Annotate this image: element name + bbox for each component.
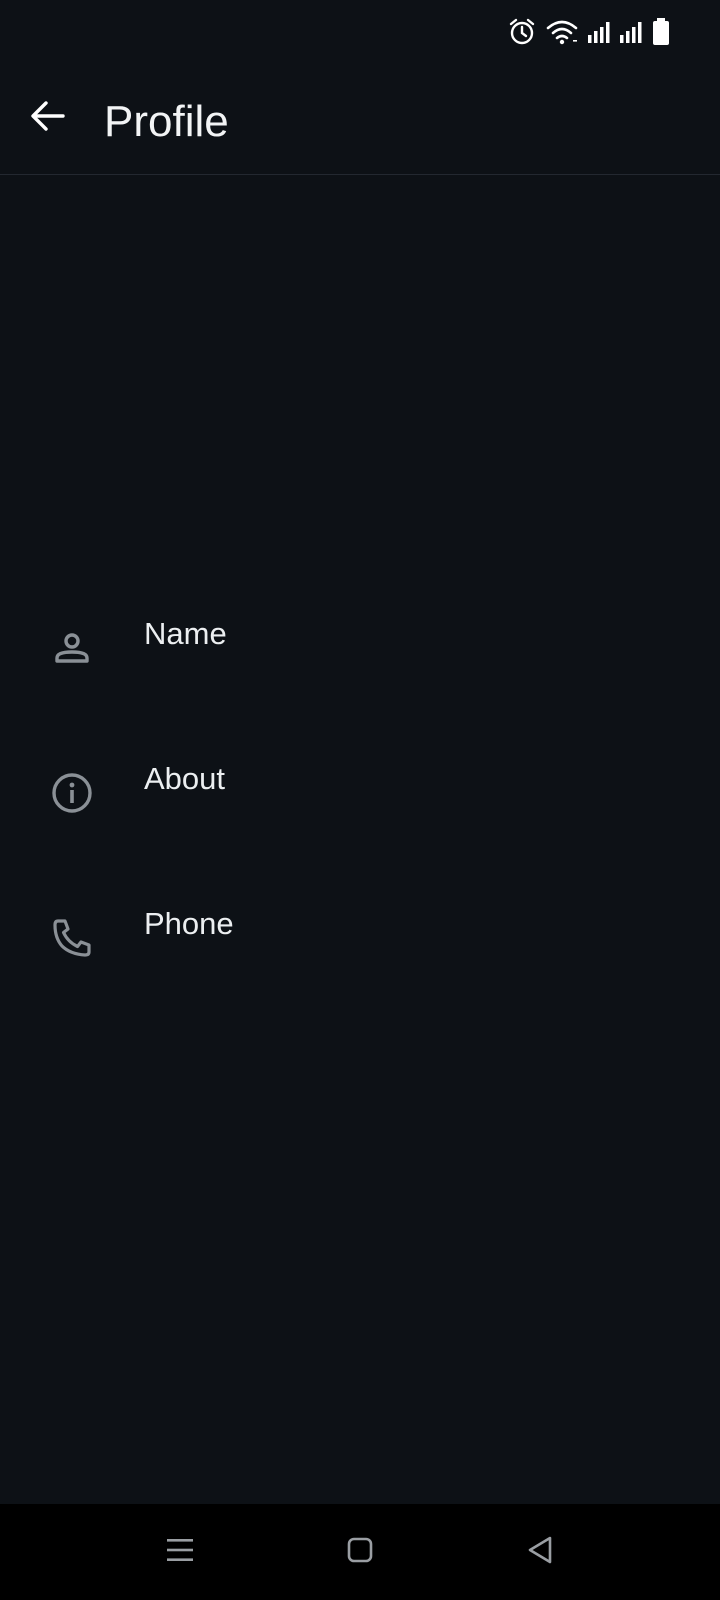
alarm-icon [508,18,536,46]
signal-2-icon [620,20,642,44]
system-nav-bar [0,1504,720,1600]
profile-item-phone[interactable]: Phone [0,890,720,1035]
wifi-icon [546,18,578,46]
back-triangle-icon [526,1535,554,1570]
recents-button[interactable] [152,1524,208,1580]
home-icon [346,1536,374,1569]
battery-icon [652,18,670,46]
page-title: Profile [104,97,229,146]
profile-item-label: Name [144,616,227,651]
signal-1-icon [588,20,610,44]
status-icons [508,16,670,48]
back-button[interactable] [20,90,76,146]
arrow-back-icon [29,97,67,140]
status-bar [0,0,720,62]
menu-icon [165,1536,195,1569]
profile-screen: Profile Name About Phone [0,0,720,1600]
profile-item-name[interactable]: Name [0,600,720,745]
phone-icon [44,910,100,966]
info-icon [44,765,100,821]
profile-list: Name About Phone [0,600,720,1035]
app-bar: Profile [0,62,720,175]
profile-item-about[interactable]: About [0,745,720,890]
profile-item-label: About [144,761,226,796]
home-button[interactable] [332,1524,388,1580]
nav-back-button[interactable] [512,1524,568,1580]
profile-item-label: Phone [144,906,234,941]
person-icon [44,620,100,676]
